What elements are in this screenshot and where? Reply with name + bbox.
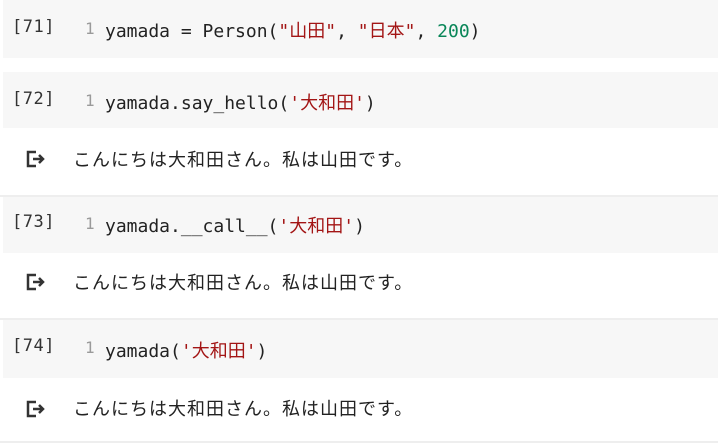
output-text: こんにちは大和田さん。私は山田です。 xyxy=(73,150,414,171)
code-input[interactable]: [71] 1 yamada = Person("山田", "日本", 200) xyxy=(3,0,718,58)
code-line[interactable]: yamada.say_hello('大和田') xyxy=(105,89,376,115)
output-arrow-icon[interactable] xyxy=(25,398,47,420)
code-text: , xyxy=(336,21,358,42)
string-literal: "山田" xyxy=(278,21,337,42)
number-literal: 200 xyxy=(437,21,470,42)
code-text: yamada.__call__( xyxy=(105,216,279,237)
execution-count: [73] xyxy=(12,212,55,232)
code-line[interactable]: yamada.__call__('大和田') xyxy=(105,212,365,238)
cell-output: こんにちは大和田さん。私は山田です。 xyxy=(3,378,718,440)
code-text: ) xyxy=(364,93,376,114)
cell-output: こんにちは大和田さん。私は山田です。 xyxy=(3,128,718,194)
output-arrow-icon[interactable] xyxy=(25,148,47,170)
line-number: 1 xyxy=(85,91,95,110)
cell-divider xyxy=(0,441,718,443)
execution-count: [71] xyxy=(12,17,55,37)
code-text: yamada = Person( xyxy=(105,21,279,42)
string-literal: '大和田' xyxy=(278,216,355,237)
code-line[interactable]: yamada = Person("山田", "日本", 200) xyxy=(105,17,481,43)
string-literal: '大和田' xyxy=(289,93,365,114)
code-input[interactable]: [72] 1 yamada.say_hello('大和田') xyxy=(3,72,718,128)
output-text: こんにちは大和田さん。私は山田です。 xyxy=(73,273,414,294)
code-text: yamada.say_hello( xyxy=(105,93,290,114)
line-number: 1 xyxy=(85,338,95,357)
code-text: ) xyxy=(469,21,481,42)
code-text: yamada( xyxy=(105,341,181,362)
output-text: こんにちは大和田さん。私は山田です。 xyxy=(73,399,414,420)
code-text: ) xyxy=(256,341,268,362)
code-text: ) xyxy=(354,216,365,237)
line-number: 1 xyxy=(85,19,95,38)
output-arrow-icon[interactable] xyxy=(25,271,47,293)
cell-output: こんにちは大和田さん。私は山田です。 xyxy=(3,253,718,319)
code-text: , xyxy=(415,21,438,42)
execution-count: [72] xyxy=(12,89,55,109)
execution-count: [74] xyxy=(12,336,55,356)
code-input[interactable]: [73] 1 yamada.__call__('大和田') xyxy=(3,197,718,253)
line-number: 1 xyxy=(85,214,95,233)
code-input[interactable]: [74] 1 yamada('大和田') xyxy=(3,320,718,378)
string-literal: "日本" xyxy=(357,21,416,42)
code-line[interactable]: yamada('大和田') xyxy=(105,337,267,363)
string-literal: '大和田' xyxy=(180,341,257,362)
